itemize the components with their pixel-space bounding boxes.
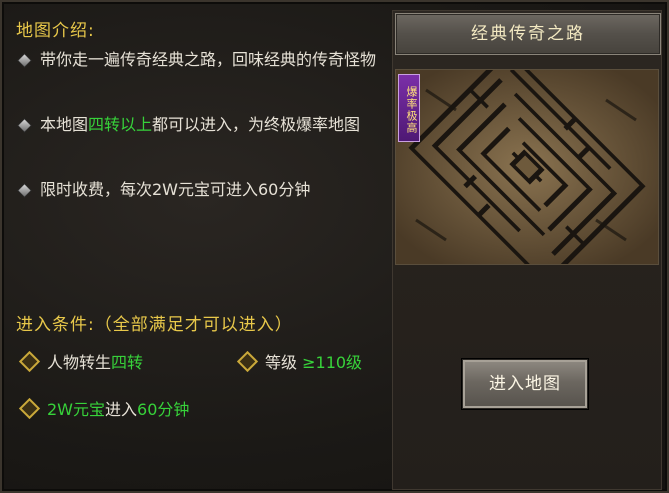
intro-text-3: 限时收费，每次2W元宝可进入60分钟: [40, 180, 311, 199]
maze-map-icon: [396, 70, 658, 264]
intro-text-1: 带你走一遍传奇经典之路，回味经典的传奇怪物: [40, 50, 377, 69]
diamond-check-icon: [236, 350, 259, 373]
conditions-title: 进入条件:（全部满足才可以进入）: [16, 315, 293, 335]
intro-text-2: 本地图四转以上都可以进入，为终极爆率地图: [40, 115, 361, 134]
condition-rebirth: 人物转生四转: [18, 350, 143, 375]
maze-map-image: 爆率极高: [395, 69, 659, 265]
intro-title: 地图介绍:: [16, 21, 95, 41]
map-preview-panel: 经典传奇之路 爆率极高 进入地图: [392, 10, 662, 490]
game-dialog: 地图介绍: 带你走一遍传奇经典之路，回味经典的传奇怪物 本地图四转以上都可以进入…: [0, 0, 669, 493]
enter-map-button[interactable]: 进入地图: [462, 359, 588, 409]
condition-cost: 2W元宝进入60分钟: [18, 397, 189, 422]
diamond-check-icon: [18, 350, 41, 373]
map-info-panel: 地图介绍: 带你走一遍传奇经典之路，回味经典的传奇怪物 本地图四转以上都可以进入…: [10, 8, 386, 486]
intro-bullet-2: 本地图四转以上都可以进入，为终极爆率地图: [17, 111, 382, 139]
condition-level: 等级 ≥110级: [236, 350, 362, 375]
intro-bullet-3: 限时收费，每次2W元宝可进入60分钟: [17, 176, 382, 204]
map-title: 经典传奇之路: [395, 13, 661, 55]
drop-rate-badge: 爆率极高: [398, 74, 420, 142]
intro-bullet-1: 带你走一遍传奇经典之路，回味经典的传奇怪物: [17, 46, 382, 74]
diamond-check-icon: [18, 397, 41, 420]
